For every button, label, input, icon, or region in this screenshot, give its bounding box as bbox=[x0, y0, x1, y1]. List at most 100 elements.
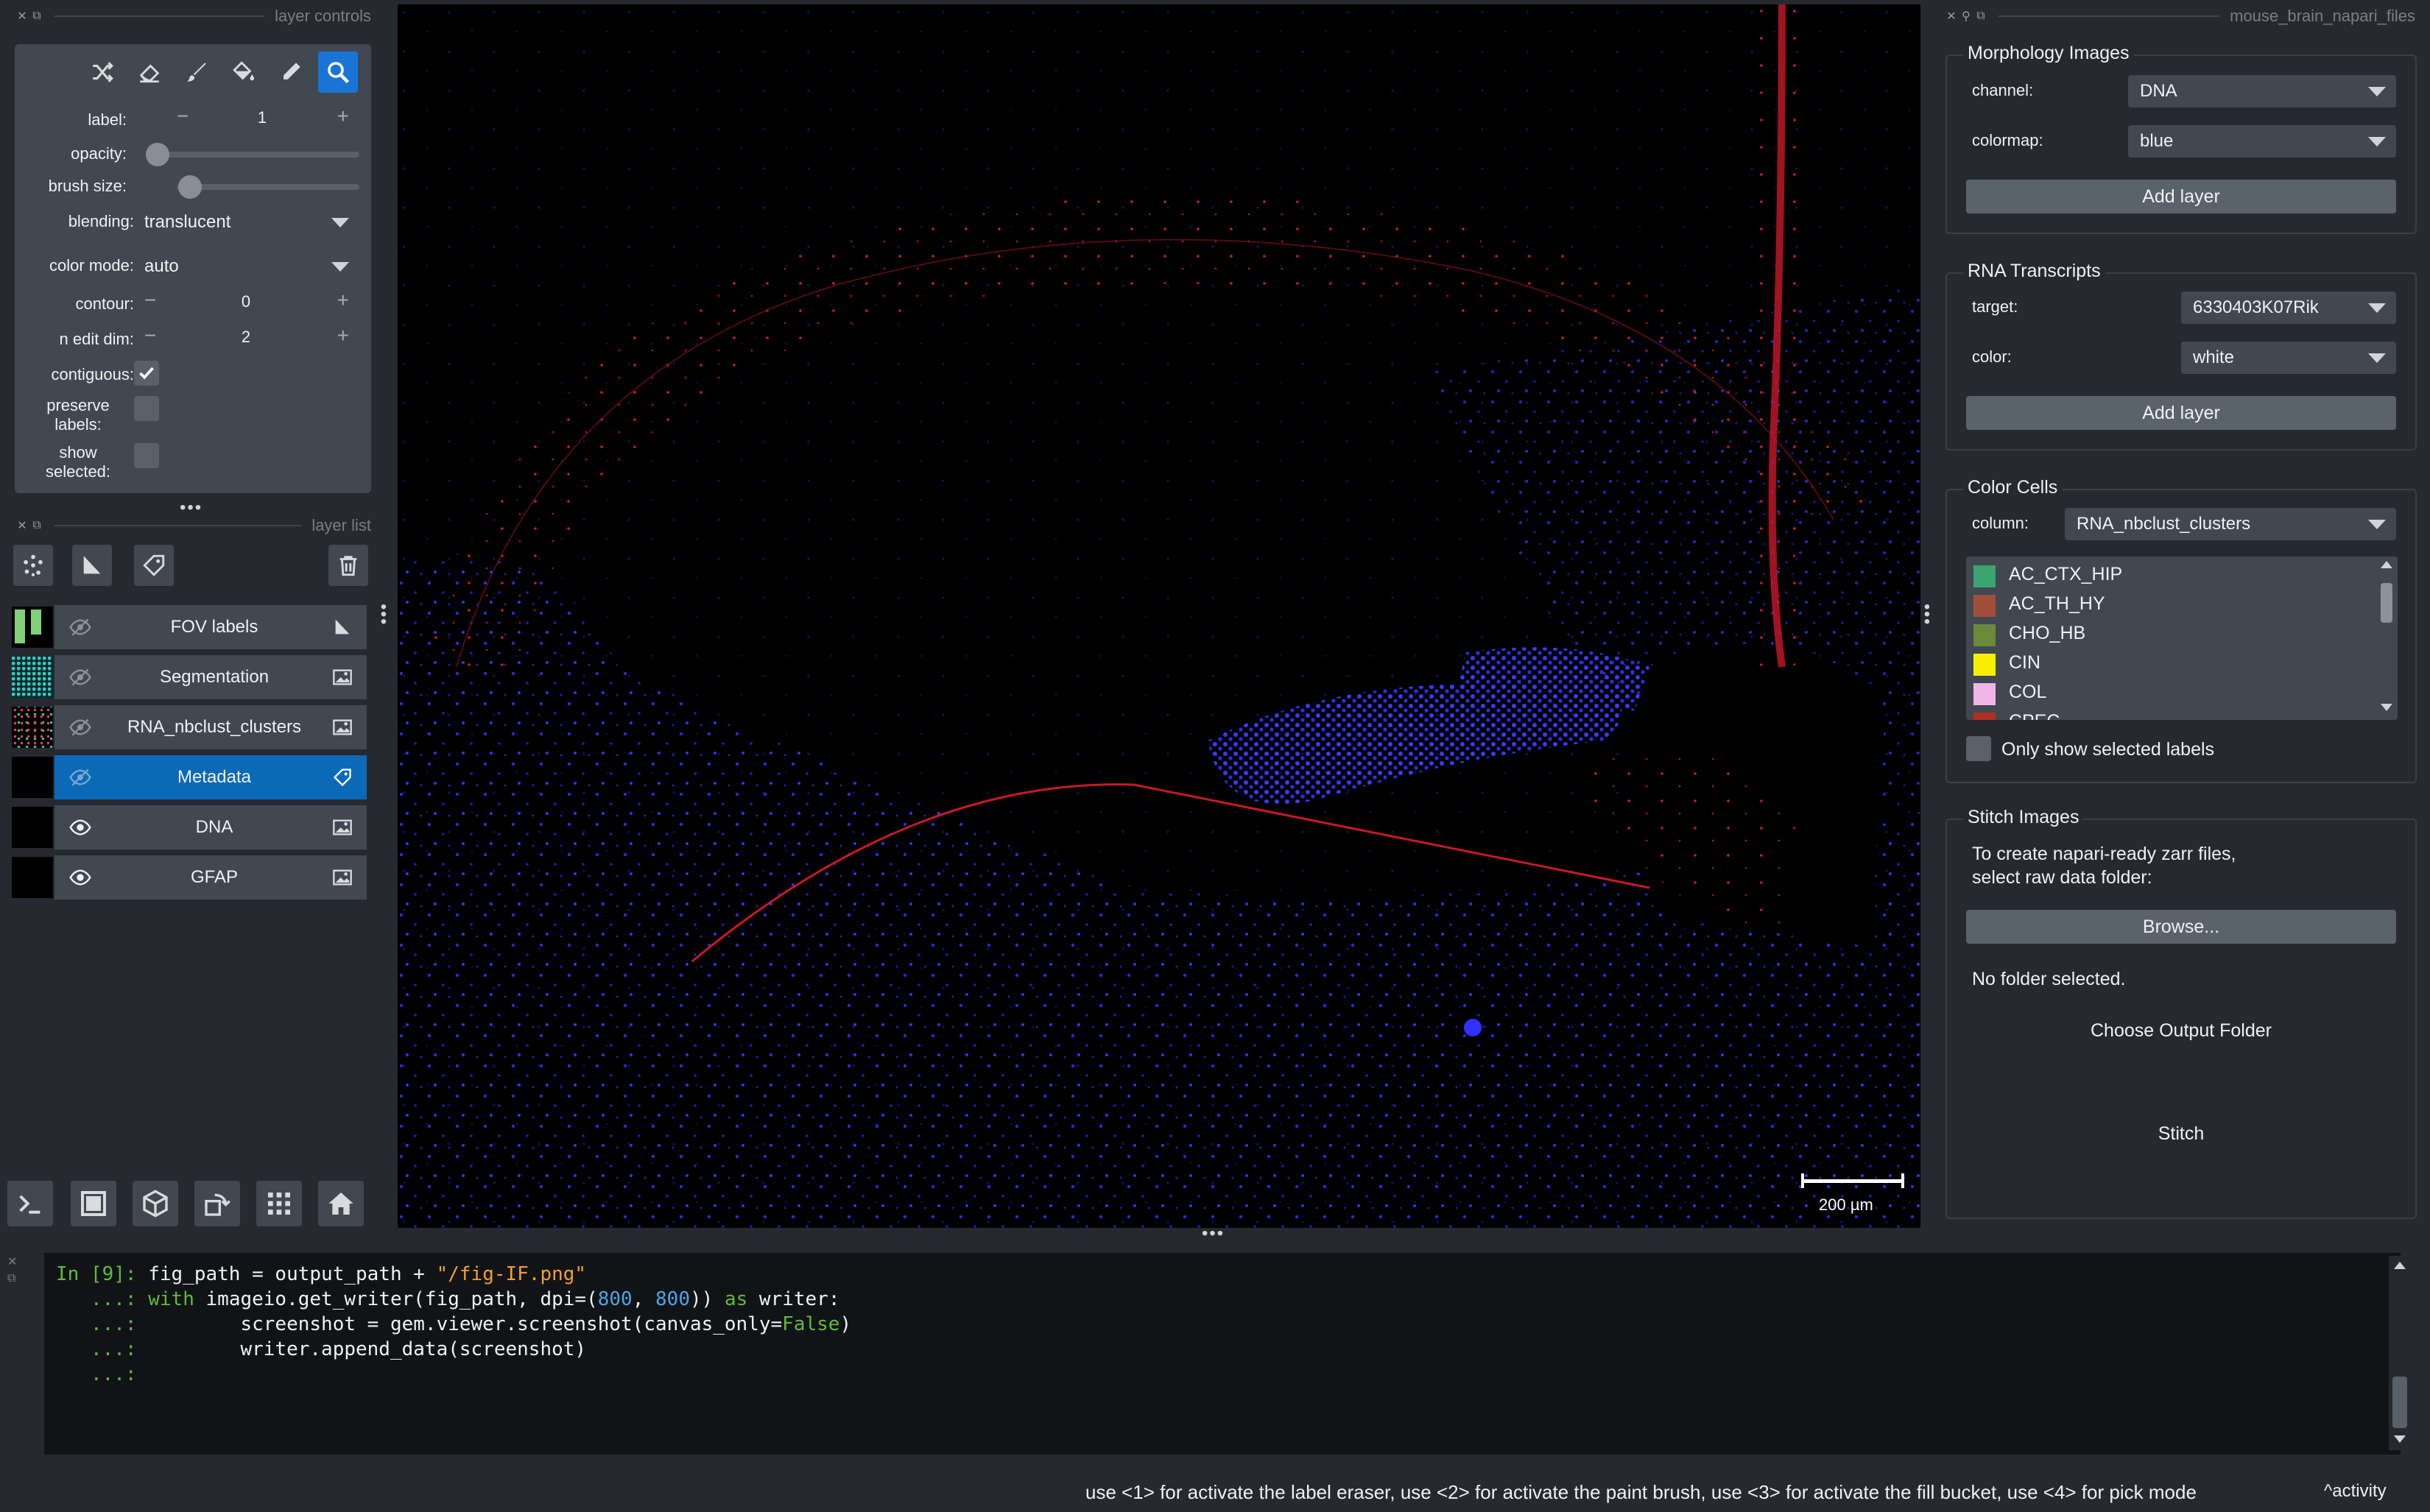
colormap-dropdown[interactable]: blue bbox=[2128, 125, 2396, 158]
layer-row-fov-labels[interactable]: FOV labels bbox=[12, 605, 367, 649]
new-points-layer-button[interactable] bbox=[13, 545, 53, 586]
color-mode-dropdown[interactable]: auto bbox=[133, 250, 359, 283]
swatch-3 bbox=[1973, 654, 1996, 676]
show-selected-checkbox[interactable] bbox=[134, 443, 159, 468]
color-dropdown[interactable]: white bbox=[2181, 342, 2396, 374]
paint-brush-button[interactable] bbox=[177, 52, 216, 93]
brush-size-slider[interactable] bbox=[177, 184, 359, 190]
layer-row-metadata[interactable]: Metadata bbox=[12, 755, 367, 799]
eye-hidden-icon[interactable] bbox=[68, 665, 93, 689]
home-button[interactable] bbox=[318, 1181, 364, 1226]
color-picker-button[interactable] bbox=[271, 52, 311, 93]
opacity-slider[interactable] bbox=[147, 152, 359, 158]
list-scrollbar[interactable] bbox=[2376, 557, 2398, 720]
contour-spinbox[interactable]: − 0 + bbox=[133, 287, 359, 317]
float-dock-icon[interactable]: ⧉ bbox=[29, 10, 44, 23]
viewer-canvas[interactable]: 200 µm bbox=[398, 4, 1920, 1228]
increment-icon[interactable]: + bbox=[337, 105, 349, 128]
list-item[interactable]: AC_TH_HY bbox=[1973, 589, 2371, 618]
pin-dock-icon[interactable]: ⚲ bbox=[1959, 9, 1973, 24]
decrement-icon[interactable]: − bbox=[144, 324, 156, 347]
morphology-add-layer-button[interactable]: Add layer bbox=[1966, 180, 2396, 213]
only-show-selected-checkbox[interactable] bbox=[1966, 736, 1991, 761]
eye-hidden-icon[interactable] bbox=[68, 766, 93, 789]
brush-size-slider-handle[interactable] bbox=[178, 175, 202, 199]
cluster-list[interactable]: AC_CTX_HIP AC_TH_HY CHO_HB CIN COL CPEC bbox=[1966, 557, 2398, 720]
scrollbar-thumb[interactable] bbox=[2381, 583, 2392, 623]
channel-dropdown[interactable]: DNA bbox=[2128, 75, 2396, 107]
shapes-icon bbox=[83, 556, 101, 574]
scroll-down-icon[interactable] bbox=[2381, 704, 2392, 711]
console-toggle-button[interactable] bbox=[7, 1181, 53, 1226]
chevron-down-icon bbox=[2368, 520, 2386, 529]
list-item[interactable]: CIN bbox=[1973, 648, 2371, 677]
scroll-up-icon[interactable] bbox=[2381, 561, 2392, 568]
fill-bucket-button[interactable] bbox=[224, 52, 264, 93]
target-label: target: bbox=[1972, 297, 2018, 316]
n-edit-dim-spinbox[interactable]: − 2 + bbox=[133, 322, 359, 352]
shuffle-colors-button[interactable] bbox=[82, 52, 122, 93]
close-dock-icon[interactable]: ✕ bbox=[1944, 9, 1959, 24]
n-edit-dim-value: 2 bbox=[241, 328, 251, 346]
dock-splitter-left[interactable]: • • • bbox=[380, 598, 387, 631]
contiguous-checkbox[interactable] bbox=[134, 361, 159, 386]
dock-splitter-right[interactable]: • • • bbox=[1923, 598, 1931, 631]
layer-row-rna-nbclust-clusters[interactable]: RNA_nbclust_clusters bbox=[12, 705, 367, 749]
eye-icon[interactable] bbox=[68, 866, 93, 889]
preserve-labels-checkbox[interactable] bbox=[134, 396, 159, 421]
label-spinbox[interactable]: − 1 + bbox=[165, 103, 359, 133]
scroll-down-icon[interactable] bbox=[2394, 1435, 2406, 1443]
blending-label: blending: bbox=[68, 212, 134, 230]
increment-icon[interactable]: + bbox=[337, 324, 349, 347]
close-dock-icon[interactable]: ✕ bbox=[7, 1254, 17, 1271]
color-label: color: bbox=[1972, 347, 2012, 366]
float-dock-icon[interactable]: ⧉ bbox=[29, 519, 44, 532]
ndisplay-toggle-button[interactable] bbox=[71, 1181, 116, 1226]
list-item[interactable]: COL bbox=[1973, 677, 2371, 707]
zoom-button[interactable] bbox=[318, 52, 358, 93]
3d-view-button[interactable] bbox=[133, 1181, 178, 1226]
decrement-icon[interactable]: − bbox=[177, 105, 189, 128]
eye-icon[interactable] bbox=[68, 816, 93, 839]
home-icon bbox=[328, 1193, 353, 1215]
opacity-slider-handle[interactable] bbox=[146, 143, 169, 166]
close-dock-icon[interactable]: ✕ bbox=[15, 518, 29, 533]
roll-dims-button[interactable] bbox=[194, 1181, 240, 1226]
browse-button[interactable]: Browse... bbox=[1966, 910, 2396, 944]
rna-add-layer-button[interactable]: Add layer bbox=[1966, 396, 2396, 430]
scrollbar-thumb[interactable] bbox=[2392, 1377, 2407, 1428]
eye-hidden-icon[interactable] bbox=[68, 716, 93, 739]
scroll-up-icon[interactable] bbox=[2394, 1262, 2406, 1269]
list-item[interactable]: CHO_HB bbox=[1973, 618, 2371, 648]
list-item[interactable]: AC_CTX_HIP bbox=[1973, 559, 2371, 589]
console-scrollbar[interactable] bbox=[2389, 1256, 2411, 1450]
float-dock-icon[interactable]: ⧉ bbox=[1973, 10, 1988, 23]
delete-layer-button[interactable] bbox=[328, 545, 368, 586]
activity-button[interactable]: ^activity bbox=[2324, 1481, 2387, 1502]
increment-icon[interactable]: + bbox=[337, 289, 349, 312]
plugin-dock-title: mouse_brain_napari_files bbox=[2230, 7, 2415, 25]
splitter-handle[interactable]: ••• bbox=[1202, 1223, 1225, 1244]
layer-row-dna[interactable]: DNA bbox=[12, 805, 367, 849]
layer-list-titlebar: ✕ ⧉ layer list bbox=[15, 515, 371, 536]
stitch-button[interactable]: Stitch bbox=[1966, 1117, 2396, 1150]
float-dock-icon[interactable]: ⧉ bbox=[7, 1271, 17, 1287]
close-dock-icon[interactable]: ✕ bbox=[15, 9, 29, 24]
new-shapes-layer-button[interactable] bbox=[72, 545, 112, 586]
list-item[interactable]: CPEC bbox=[1973, 707, 2371, 720]
eye-hidden-icon[interactable] bbox=[68, 615, 93, 639]
blending-dropdown[interactable]: translucent bbox=[133, 206, 359, 239]
decrement-icon[interactable]: − bbox=[144, 289, 156, 312]
ipython-console[interactable]: In [9]: fig_path = output_path + "/fig-I… bbox=[44, 1253, 2401, 1455]
layer-row-segmentation[interactable]: Segmentation bbox=[12, 655, 367, 699]
new-labels-layer-button[interactable] bbox=[134, 545, 174, 586]
color-mode-label: color mode: bbox=[49, 256, 134, 275]
eraser-button[interactable] bbox=[130, 52, 169, 93]
grid-view-button[interactable] bbox=[256, 1181, 302, 1226]
column-dropdown[interactable]: RNA_nbclust_clusters bbox=[2065, 508, 2396, 540]
colormap-label: colormap: bbox=[1972, 131, 2043, 149]
contour-label: contour: bbox=[75, 294, 135, 313]
layer-row-gfap[interactable]: GFAP bbox=[12, 855, 367, 900]
target-dropdown[interactable]: 6330403K07Rik bbox=[2181, 292, 2396, 324]
choose-output-folder-button[interactable]: Choose Output Folder bbox=[1966, 1014, 2396, 1047]
